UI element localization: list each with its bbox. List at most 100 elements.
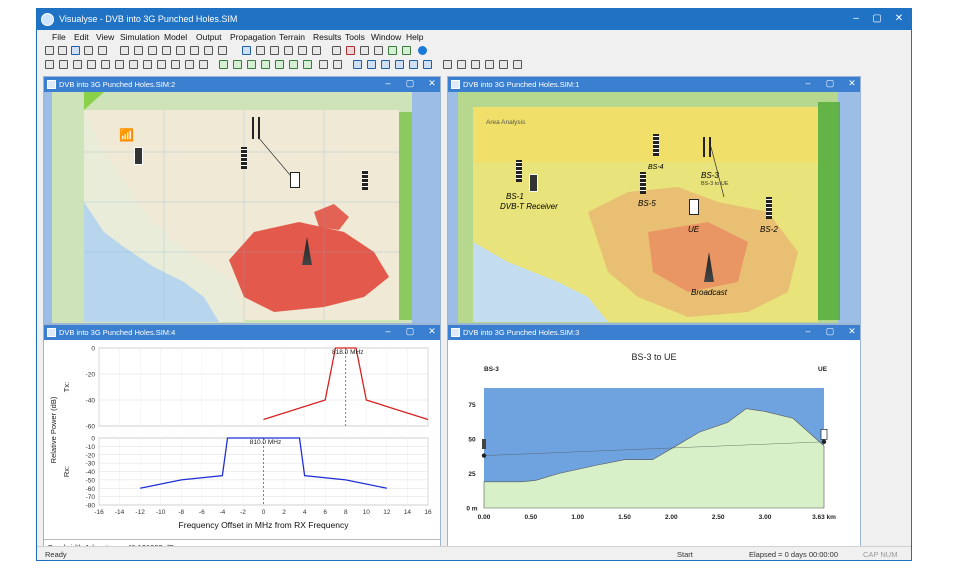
cell-tower-icon[interactable] <box>241 147 247 169</box>
window-sim1-minimize[interactable]: – <box>802 78 814 88</box>
menu-output[interactable]: Output <box>196 32 222 42</box>
ue-handset-icon[interactable] <box>689 199 699 215</box>
window-sim2-minimize[interactable]: – <box>382 78 394 88</box>
menu-edit[interactable]: Edit <box>74 32 89 42</box>
menu-propagation[interactable]: Propagation <box>230 32 276 42</box>
step-icon[interactable] <box>374 46 383 55</box>
map-canvas-sim2[interactable] <box>44 92 441 324</box>
cell-tower-icon[interactable] <box>362 170 368 190</box>
window-sim2-maximize[interactable]: ▢ <box>404 78 416 89</box>
window-sim4-minimize[interactable]: – <box>382 326 394 336</box>
fast-forward-icon[interactable] <box>402 46 411 55</box>
point-icon[interactable] <box>59 60 68 69</box>
close-button[interactable]: ✕ <box>892 12 906 26</box>
open-icon[interactable] <box>58 46 67 55</box>
sum-icon[interactable] <box>319 60 328 69</box>
tower-icon[interactable] <box>219 60 228 69</box>
wrench-icon[interactable] <box>457 60 466 69</box>
range-icon[interactable] <box>185 60 194 69</box>
cell-tower-icon[interactable] <box>766 197 772 219</box>
window-tile-icon[interactable] <box>353 60 362 69</box>
dvb-receiver-icon[interactable] <box>134 147 143 165</box>
area-icon[interactable] <box>190 46 199 55</box>
window-sim4[interactable]: DVB into 3G Punched Holes.SIM:4 – ▢ ✕ 0-… <box>43 324 441 554</box>
window-sim1-close[interactable]: ✕ <box>846 78 858 89</box>
menu-results[interactable]: Results <box>313 32 341 42</box>
split-icon[interactable] <box>143 60 152 69</box>
stop-icon[interactable] <box>360 46 369 55</box>
reset-icon[interactable] <box>346 46 355 55</box>
tower-link-icon[interactable] <box>247 60 256 69</box>
window-sim3-minimize[interactable]: – <box>802 326 814 336</box>
window-sim2[interactable]: DVB into 3G Punched Holes.SIM:2 – ▢ ✕ 📶 <box>43 76 441 324</box>
link-budget-icon[interactable] <box>485 60 494 69</box>
window-view-icon[interactable] <box>423 60 432 69</box>
tower-edit-icon[interactable] <box>303 60 312 69</box>
menu-model[interactable]: Model <box>164 32 187 42</box>
window-list-icon[interactable] <box>409 60 418 69</box>
variable-icon[interactable] <box>199 60 208 69</box>
new-icon[interactable] <box>45 46 54 55</box>
menu-view[interactable]: View <box>96 32 114 42</box>
menu-window[interactable]: Window <box>371 32 401 42</box>
window-sim3-close[interactable]: ✕ <box>846 326 858 337</box>
cell-tower-icon[interactable] <box>653 134 659 156</box>
cell-tower-icon[interactable] <box>516 160 522 182</box>
globe-icon[interactable] <box>171 60 180 69</box>
window-sim4-titlebar[interactable]: DVB into 3G Punched Holes.SIM:4 – ▢ ✕ <box>44 325 440 340</box>
grid-icon[interactable] <box>73 60 82 69</box>
person-icon[interactable] <box>443 60 452 69</box>
window-cascade-icon[interactable] <box>367 60 376 69</box>
window-sim1-maximize[interactable]: ▢ <box>824 78 836 89</box>
info-icon[interactable] <box>418 46 427 55</box>
save-icon[interactable] <box>71 46 80 55</box>
clock-icon[interactable] <box>332 46 341 55</box>
menu-simulation[interactable]: Simulation <box>120 32 160 42</box>
calc-icon[interactable] <box>499 60 508 69</box>
zoom-all-icon[interactable] <box>312 46 321 55</box>
map-view-sim1[interactable]: Area Analysis BS-1 DVB-T Receiver BS-4 B… <box>448 92 860 323</box>
copy-icon[interactable] <box>84 46 93 55</box>
broadcast-tower-icon[interactable] <box>703 137 711 157</box>
base-station-icon[interactable]: 📶 <box>119 128 134 142</box>
tower-add-icon[interactable] <box>233 60 242 69</box>
window-sim4-close[interactable]: ✕ <box>426 326 438 337</box>
window-sim3-titlebar[interactable]: DVB into 3G Punched Holes.SIM:3 – ▢ ✕ <box>448 325 860 340</box>
window-grid-icon[interactable] <box>395 60 404 69</box>
zoom-out-icon[interactable] <box>298 46 307 55</box>
dvb-receiver-icon[interactable] <box>529 174 538 192</box>
window-sim1-titlebar[interactable]: DVB into 3G Punched Holes.SIM:1 – ▢ ✕ <box>448 77 860 92</box>
table-icon[interactable] <box>115 60 124 69</box>
terrain-icon[interactable] <box>218 46 227 55</box>
variable-rx-icon[interactable] <box>513 60 522 69</box>
cell-tower-icon[interactable] <box>640 172 646 194</box>
select-icon[interactable] <box>242 46 251 55</box>
report-icon[interactable] <box>333 60 342 69</box>
menu-terrain[interactable]: Terrain <box>279 32 305 42</box>
tower-group-icon[interactable] <box>275 60 284 69</box>
antenna-icon[interactable] <box>148 46 157 55</box>
tower-beam-icon[interactable] <box>261 60 270 69</box>
tower-remove-icon[interactable] <box>289 60 298 69</box>
window-sim3[interactable]: DVB into 3G Punched Holes.SIM:3 – ▢ ✕ BS… <box>447 324 861 554</box>
minimize-button[interactable]: – <box>849 12 863 26</box>
arrow-icon[interactable] <box>101 60 110 69</box>
window-sim3-maximize[interactable]: ▢ <box>824 326 836 337</box>
broadcast-tower-icon[interactable] <box>252 117 260 139</box>
window-sim4-maximize[interactable]: ▢ <box>404 326 416 337</box>
ue-handset-icon[interactable] <box>290 172 300 188</box>
beam-icon[interactable] <box>471 60 480 69</box>
station-group-icon[interactable] <box>134 46 143 55</box>
menu-file[interactable]: File <box>52 32 66 42</box>
window-sim2-close[interactable]: ✕ <box>426 78 438 89</box>
menu-help[interactable]: Help <box>406 32 423 42</box>
interference-icon[interactable] <box>176 46 185 55</box>
paste-icon[interactable] <box>98 46 107 55</box>
pan-icon[interactable] <box>256 46 265 55</box>
menu-tools[interactable]: Tools <box>345 32 365 42</box>
run-icon[interactable] <box>388 46 397 55</box>
maximize-button[interactable]: ▢ <box>870 12 884 26</box>
up-down-icon[interactable] <box>157 60 166 69</box>
map-icon[interactable] <box>204 46 213 55</box>
zoom-in-icon[interactable] <box>284 46 293 55</box>
